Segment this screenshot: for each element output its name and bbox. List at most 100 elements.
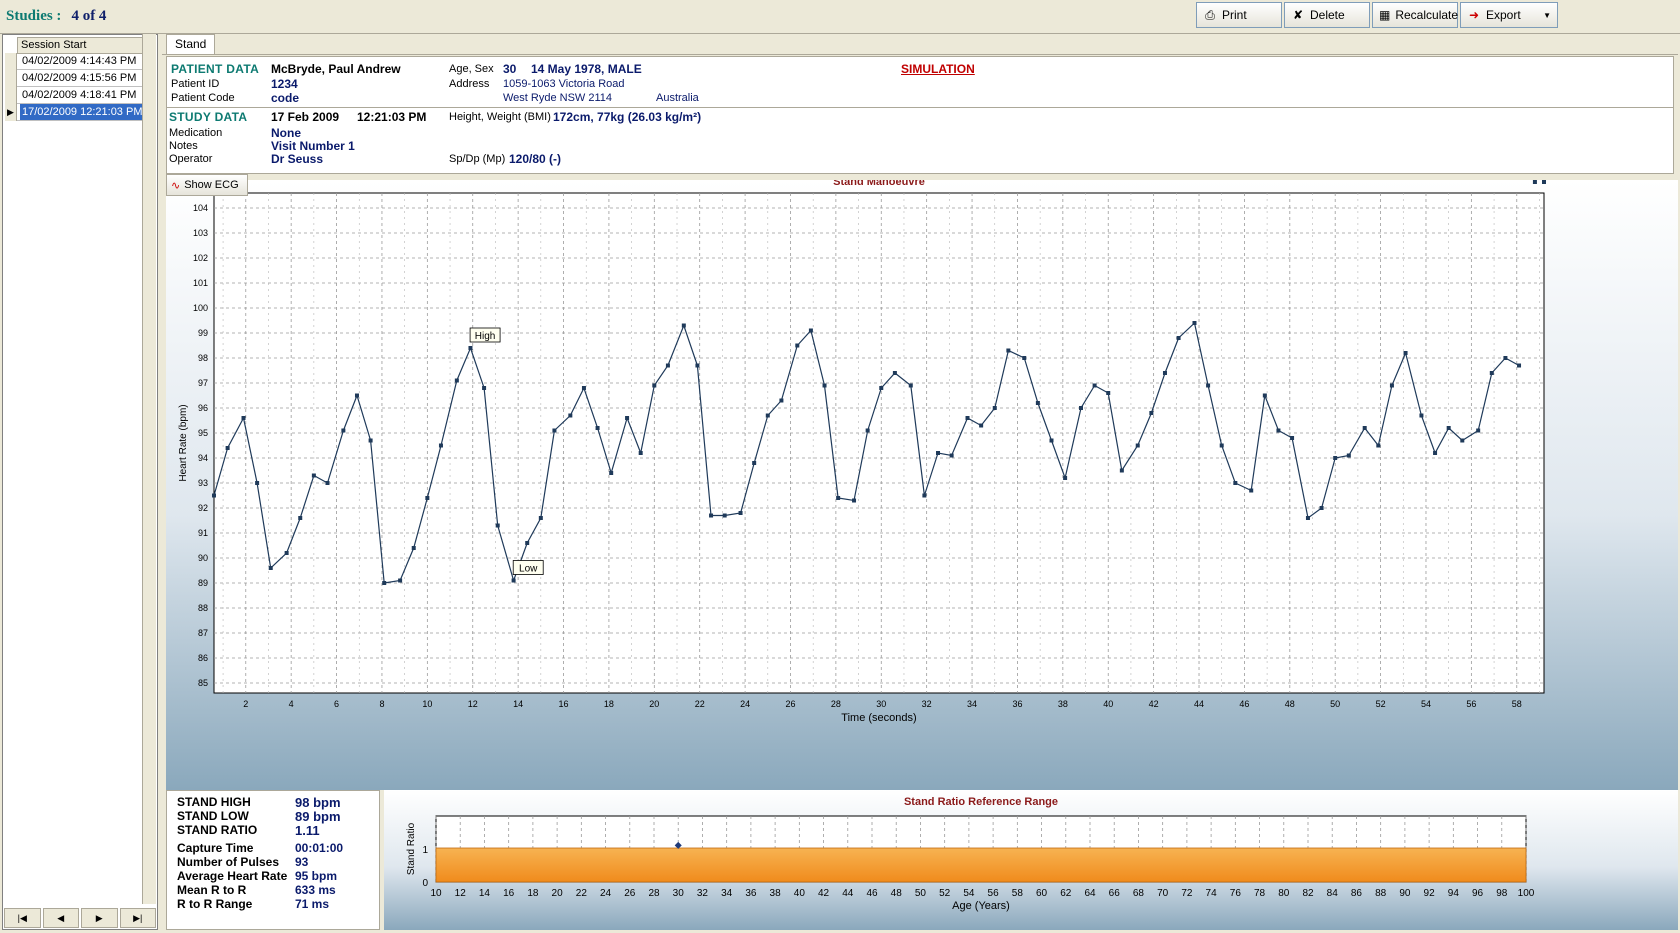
y-tick-label: 1 bbox=[422, 845, 428, 856]
x-tick-label: 62 bbox=[1060, 888, 1072, 899]
heart-rate-point bbox=[595, 426, 600, 430]
session-row[interactable]: 04/02/2009 4:14:43 PM bbox=[5, 53, 149, 70]
simulation-badge: SIMULATION bbox=[901, 62, 975, 76]
y-tick-label: 97 bbox=[198, 378, 208, 388]
session-row[interactable]: 04/02/2009 4:15:56 PM bbox=[5, 70, 149, 87]
patient-id-label: Patient ID bbox=[171, 78, 220, 90]
address-line2: West Ryde NSW 2114 bbox=[503, 92, 613, 104]
session-row-selected[interactable]: ▶ 17/02/2009 12:21:03 PM bbox=[5, 104, 149, 121]
recalculate-button[interactable]: ▦ Recalculate bbox=[1372, 2, 1458, 28]
heart-rate-point bbox=[225, 446, 230, 450]
heart-rate-point bbox=[1403, 351, 1408, 355]
heart-rate-point bbox=[425, 496, 430, 500]
heart-rate-point bbox=[284, 551, 289, 555]
heart-rate-point bbox=[852, 498, 857, 503]
x-tick-label: 40 bbox=[794, 888, 806, 899]
annotation-label: Low bbox=[519, 564, 538, 575]
heart-rate-point bbox=[1362, 426, 1367, 430]
heart-rate-point bbox=[552, 428, 557, 433]
session-start-header[interactable]: Session Start bbox=[17, 37, 149, 54]
heart-rate-point bbox=[1319, 506, 1324, 510]
x-tick-label: 46 bbox=[1239, 699, 1249, 709]
heart-rate-point bbox=[1233, 481, 1238, 485]
next-record-button[interactable]: ▶ bbox=[81, 908, 118, 928]
x-axis-label: Time (seconds) bbox=[841, 712, 916, 724]
heart-rate-point bbox=[581, 386, 586, 390]
session-time: 04/02/2009 4:14:43 PM bbox=[22, 55, 137, 67]
heart-rate-point bbox=[1035, 401, 1040, 405]
x-tick-label: 98 bbox=[1496, 888, 1508, 899]
heart-rate-point bbox=[1489, 371, 1494, 375]
heart-rate-point bbox=[822, 383, 827, 388]
stand-chart-panel: Stand Manoeuvre 85 86 87 88 89 90 91 92 93 94 95 96 9… bbox=[166, 176, 1678, 790]
delete-button[interactable]: ✘ Delete bbox=[1284, 2, 1370, 28]
age-value: 30 bbox=[503, 62, 517, 76]
heart-rate-point bbox=[1192, 321, 1197, 325]
stat-label: Capture Time bbox=[177, 841, 254, 855]
heart-rate-point bbox=[1460, 438, 1465, 443]
y-tick-label: 103 bbox=[193, 228, 208, 238]
x-tick-label: 76 bbox=[1230, 888, 1242, 899]
heart-rate-point bbox=[311, 473, 316, 478]
x-tick-label: 24 bbox=[740, 699, 750, 709]
heart-rate-point bbox=[936, 451, 941, 455]
x-tick-label: 32 bbox=[697, 888, 709, 899]
study-data-heading: STUDY DATA bbox=[169, 110, 248, 124]
print-button[interactable]: ⎙ Print bbox=[1196, 2, 1282, 28]
session-time: 04/02/2009 4:15:56 PM bbox=[22, 72, 137, 84]
session-row[interactable]: 04/02/2009 4:18:41 PM bbox=[5, 87, 149, 104]
heart-rate-point bbox=[1149, 411, 1154, 415]
medication-value: None bbox=[271, 126, 301, 140]
x-tick-label: 80 bbox=[1278, 888, 1290, 899]
heart-rate-point bbox=[1532, 180, 1537, 184]
x-tick-label: 38 bbox=[770, 888, 782, 899]
heart-rate-point bbox=[638, 451, 643, 455]
last-record-button[interactable]: ▶| bbox=[119, 908, 156, 928]
x-tick-label: 30 bbox=[673, 888, 685, 899]
stat-label: Average Heart Rate bbox=[177, 869, 288, 883]
dob-sex-value: 14 May 1978, MALE bbox=[531, 62, 642, 76]
y-tick-label: 95 bbox=[198, 428, 208, 438]
export-button[interactable]: ➜ Export ▼ bbox=[1460, 2, 1558, 28]
heart-rate-point bbox=[1305, 516, 1310, 520]
heart-rate-point bbox=[1063, 476, 1068, 480]
x-tick-label: 42 bbox=[818, 888, 830, 899]
stat-value: 00:01:00 bbox=[295, 841, 344, 855]
chart-title: Stand Ratio Reference Range bbox=[904, 796, 1058, 808]
reference-band bbox=[435, 847, 1527, 883]
heart-rate-point bbox=[1106, 391, 1111, 395]
stat-label: STAND RATIO bbox=[177, 823, 258, 837]
heart-rate-point bbox=[1006, 348, 1011, 353]
heart-rate-point bbox=[411, 546, 416, 550]
x-tick-label: 8 bbox=[379, 699, 384, 709]
x-tick-label: 90 bbox=[1399, 888, 1411, 899]
heart-rate-point bbox=[1249, 488, 1254, 493]
heart-rate-point bbox=[625, 416, 630, 420]
tab-stand[interactable]: Stand bbox=[166, 34, 216, 54]
x-tick-label: 60 bbox=[1036, 888, 1048, 899]
heart-rate-point bbox=[1290, 436, 1295, 440]
stats-panel: STAND HIGH 98 bpm STAND LOW 89 bpm STAND RAT… bbox=[166, 790, 380, 930]
session-scrollbar[interactable] bbox=[142, 34, 156, 904]
x-tick-label: 36 bbox=[745, 888, 757, 899]
previous-record-button[interactable]: ◀ bbox=[42, 908, 79, 928]
last-icon: ▶| bbox=[133, 912, 143, 923]
first-record-button[interactable]: |◀ bbox=[4, 908, 41, 928]
heart-rate-point bbox=[495, 523, 500, 528]
x-tick-label: 26 bbox=[624, 888, 636, 899]
heart-rate-point bbox=[779, 398, 784, 403]
patient-code: code bbox=[271, 91, 300, 105]
heart-rate-point bbox=[255, 481, 260, 485]
heart-rate-point bbox=[1542, 180, 1546, 184]
spdp-label: Sp/Dp (Mp) bbox=[449, 153, 506, 165]
x-tick-label: 86 bbox=[1351, 888, 1363, 899]
show-ecg-button[interactable]: ∿ Show ECG bbox=[166, 174, 248, 196]
annotation-low: Low bbox=[512, 560, 544, 575]
heart-rate-point bbox=[1049, 438, 1054, 443]
x-tick-label: 44 bbox=[842, 888, 854, 899]
heart-rate-point bbox=[665, 363, 670, 368]
row-marker bbox=[5, 53, 17, 70]
annotation-label: High bbox=[475, 331, 496, 342]
heart-rate-point bbox=[992, 406, 997, 410]
x-tick-label: 26 bbox=[785, 699, 795, 709]
